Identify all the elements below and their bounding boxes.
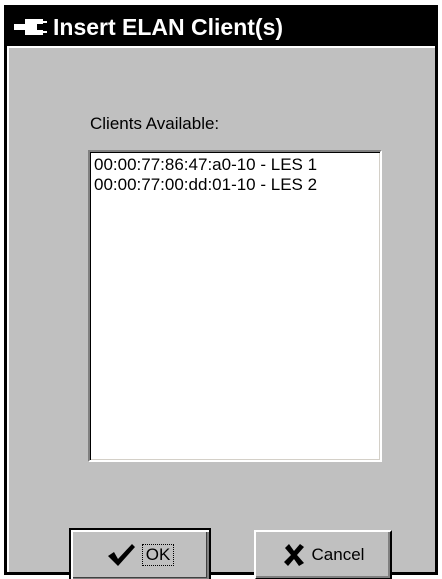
dialog-body: Clients Available: 00:00:77:86:47:a0-10 …	[7, 46, 435, 579]
ok-button[interactable]: OK	[69, 528, 211, 579]
cancel-button-label: Cancel	[311, 545, 365, 564]
x-mark-icon	[282, 543, 306, 567]
cancel-button[interactable]: Cancel	[254, 530, 392, 579]
insert-elan-client-dialog: Insert ELAN Client(s) Clients Available:…	[4, 5, 438, 579]
clients-listbox[interactable]: 00:00:77:86:47:a0-10 - LES 1 00:00:77:00…	[88, 150, 382, 462]
list-item-client-2[interactable]: 00:00:77:00:dd:01-10 - LES 2	[93, 175, 380, 195]
connector-plug-icon	[13, 14, 51, 40]
checkmark-icon	[106, 542, 136, 568]
ok-button-label: OK	[141, 544, 175, 566]
clients-available-label: Clients Available:	[90, 114, 220, 133]
title-bar[interactable]: Insert ELAN Client(s)	[7, 8, 435, 46]
list-item-client-1[interactable]: 00:00:77:86:47:a0-10 - LES 1	[93, 155, 380, 175]
dialog-title: Insert ELAN Client(s)	[53, 13, 284, 40]
